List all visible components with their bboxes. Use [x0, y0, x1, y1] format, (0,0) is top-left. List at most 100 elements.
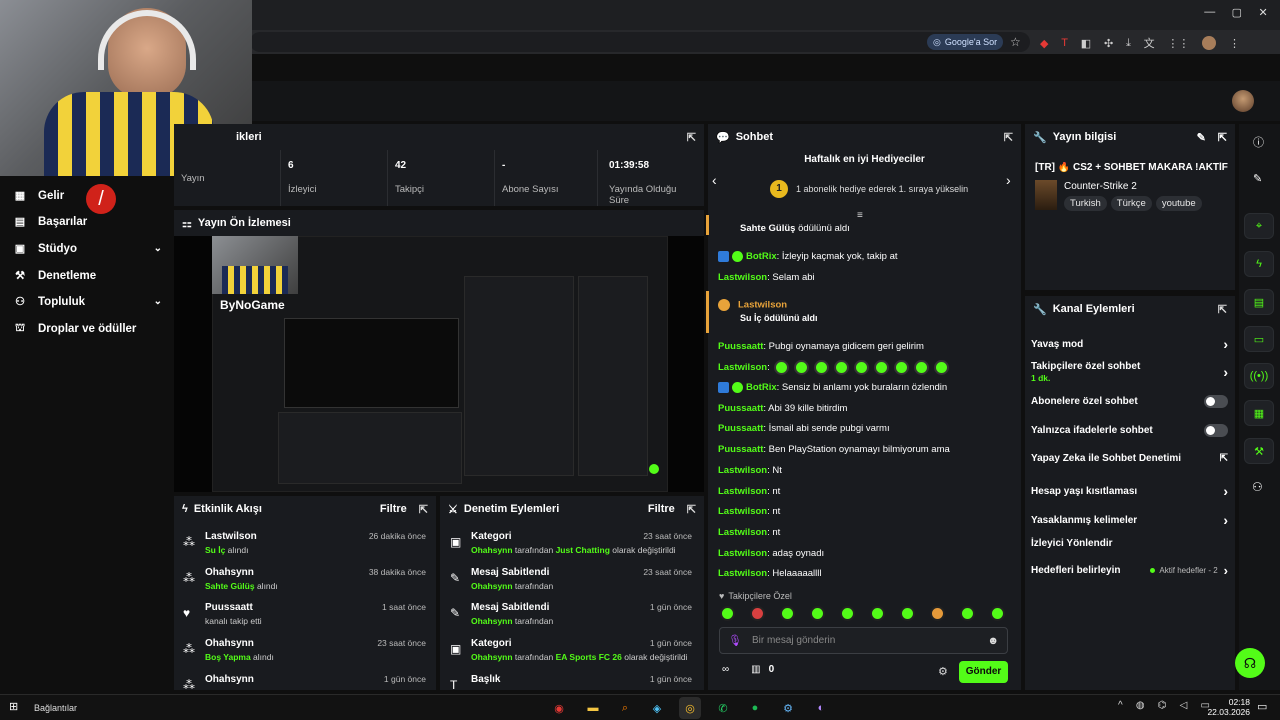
extension-off-icon[interactable]: ◧ [1081, 37, 1091, 50]
channel-action-item[interactable]: Hesap yaşı kısıtlaması › [1031, 483, 1228, 499]
extensions-puzzle-icon[interactable]: ✣ [1104, 37, 1113, 50]
emote-icon[interactable] [750, 606, 765, 621]
toggle-switch[interactable] [1204, 395, 1228, 408]
expand-handle-icon[interactable]: ≡ [857, 210, 863, 221]
taskbar-chrome-icon[interactable]: ◎ [679, 697, 701, 719]
chat-message[interactable]: Puussaatt: Ben PlayStation oynamayı bilm… [718, 444, 950, 455]
popout-icon[interactable]: ⇱ [687, 503, 696, 516]
user-avatar[interactable] [1232, 90, 1254, 112]
chevron-down-icon[interactable]: ⌄ [154, 296, 162, 307]
taskbar-spotify-icon[interactable]: ● [744, 697, 766, 719]
rail-wrench-icon[interactable]: ⚒ [1244, 438, 1274, 464]
chat-message[interactable]: Puussaatt: İsmail abi sende pubgi varmı [718, 423, 890, 434]
popout-icon[interactable]: ⇱ [687, 131, 696, 144]
address-bar[interactable] [250, 32, 1030, 52]
maximize-icon[interactable]: ▢ [1232, 6, 1242, 22]
rail-layout-icon[interactable]: ▦ [1244, 400, 1274, 426]
activity-item[interactable]: Ohahsynn Sahte Gülüş alındı 38 dakika önce [205, 567, 426, 597]
chevron-down-icon[interactable]: ⌄ [154, 243, 162, 254]
chat-message[interactable]: Lastwilson Su İç ödülünü aldı [718, 299, 818, 323]
tray-chevron-icon[interactable]: ^ [1118, 700, 1123, 711]
pencil-icon[interactable]: ✎ [1253, 172, 1262, 185]
emote-icon[interactable] [960, 606, 975, 621]
channel-action-item[interactable]: Yalnızca ifadelerle sohbet [1031, 424, 1228, 437]
taskbar-links-label[interactable]: Bağlantılar [34, 703, 77, 713]
chat-message[interactable]: Lastwilson: nt [718, 506, 780, 517]
chat-message[interactable]: Lastwilson: Selam abi [718, 272, 815, 283]
sidebar-item-moderation[interactable]: ⚒ Denetleme [12, 269, 162, 283]
emote-icon[interactable] [900, 606, 915, 621]
rail-scan-icon[interactable]: ⌖ [1244, 213, 1274, 239]
chat-message[interactable]: BotRix: İzleyip kaçmak yok, takip at [718, 251, 898, 262]
bookmark-star-icon[interactable]: ☆ [1010, 35, 1021, 49]
rail-broadcast-icon[interactable]: ((•)) [1244, 363, 1274, 389]
emoji-icon[interactable]: ☻ [987, 635, 999, 647]
apps-grid-icon[interactable]: ⋮⋮ [1167, 37, 1189, 50]
popout-icon[interactable]: ⇱ [419, 503, 428, 516]
profile-avatar-icon[interactable] [1202, 36, 1217, 50]
sidebar-item-achievements[interactable]: ▤ Başarılar [12, 215, 162, 229]
chat-message[interactable]: Lastwilson: adaş oynadı [718, 548, 824, 559]
translate-icon[interactable]: 文 [1144, 35, 1155, 51]
download-icon[interactable]: ⤓ [1126, 37, 1131, 50]
chat-input[interactable]: 🎙 Bir mesaj gönderin ☻ [719, 627, 1008, 654]
chat-message[interactable]: Puussaatt: Pubgi oynamaya gidicem geri g… [718, 341, 924, 352]
microphone-icon[interactable]: 🎙 [728, 634, 742, 647]
channel-action-item[interactable]: Yapay Zeka ile Sohbet Denetimi ⇱ [1031, 453, 1228, 464]
windows-start-icon[interactable]: ⊞ [9, 700, 18, 713]
taskbar-clock[interactable]: 02:18 22.03.2026 [1204, 697, 1250, 717]
activity-item[interactable]: Lastwilson Su İç alındı 26 dakika önce [205, 531, 426, 561]
tray-network-icon[interactable]: ⌬ [1158, 700, 1167, 711]
activity-item[interactable]: Ohahsynn Boş Yapma alındı 23 saat önce [205, 638, 426, 668]
emote-icon[interactable] [780, 606, 795, 621]
infinity-badge-icon[interactable]: ∞ [722, 664, 729, 675]
toggle-switch[interactable] [1204, 424, 1228, 437]
tray-app-icon[interactable]: ◍ [1136, 700, 1145, 711]
taskbar-app-icon[interactable]: ◐ [810, 697, 832, 719]
emote-icon[interactable] [930, 606, 945, 621]
sidebar-item-community[interactable]: ⚇ Topluluk ⌄ [12, 295, 162, 309]
sidebar-item-studio[interactable]: ▣ Stüdyo ⌄ [12, 242, 162, 256]
extension-translate-icon[interactable]: T [1061, 37, 1068, 49]
activity-item[interactable]: Puussaatt kanalı takip etti 1 saat önce [205, 602, 426, 632]
moderation-item[interactable]: Mesaj Sabitlendi Ohahsynn tarafından 23 sa… [471, 567, 692, 597]
chevron-right-icon[interactable]: › [1224, 563, 1228, 578]
channel-action-item[interactable]: İzleyici Yönlendir [1031, 538, 1228, 549]
chevron-right-icon[interactable]: › [1223, 512, 1228, 528]
chevron-right-icon[interactable]: › [1223, 364, 1228, 380]
rail-bolt-icon[interactable]: ϟ [1244, 251, 1274, 277]
channel-action-item[interactable]: Abonelere özel sohbet [1031, 395, 1228, 408]
notification-icon[interactable]: ▭ [1257, 700, 1267, 713]
popout-icon[interactable]: ⇱ [1004, 131, 1013, 144]
taskbar-folder-icon[interactable]: ▬ [582, 697, 604, 719]
info-icon[interactable]: ⓘ [1253, 134, 1264, 150]
tag-chip[interactable]: Turkish [1064, 196, 1107, 211]
google-ask-button[interactable]: ◎ Google'a Sor [927, 34, 1004, 50]
chat-message[interactable]: Lastwilson: [718, 360, 954, 375]
extension-red-icon[interactable]: ◆ [1040, 37, 1048, 50]
edit-pencil-icon[interactable]: ✎ [1197, 131, 1206, 144]
support-headset-button[interactable]: ☊ [1235, 648, 1265, 678]
chat-message[interactable]: Lastwilson: Nt [718, 465, 782, 476]
rail-chat-icon[interactable]: ▭ [1244, 326, 1274, 352]
tag-chip[interactable]: Türkçe [1110, 196, 1152, 211]
sidebar-item-income[interactable]: ▦ Gelir [12, 189, 162, 203]
channel-action-item[interactable]: Yavaş mod › [1031, 336, 1228, 352]
emote-icon[interactable] [810, 606, 825, 621]
gifters-next-button[interactable]: › [1006, 172, 1011, 188]
chat-message[interactable]: Sahte Gülüş ödülünü aldı [740, 223, 850, 234]
channel-action-item[interactable]: Yasaklanmış kelimeler › [1031, 512, 1228, 528]
taskbar-search-icon[interactable]: ⌕ [614, 697, 636, 719]
gifters-prev-button[interactable]: ‹ [712, 172, 717, 188]
sidebar-item-drops[interactable]: ⛫ Droplar ve ödüller [12, 322, 162, 336]
close-icon[interactable]: ✕ [1259, 6, 1268, 22]
rail-notes-icon[interactable]: ▤ [1244, 289, 1274, 315]
emote-icon[interactable] [840, 606, 855, 621]
taskbar-app-icon[interactable]: ◈ [646, 697, 668, 719]
moderation-item[interactable]: Kategori Ohahsynn tarafından Just Chattin… [471, 531, 692, 561]
tray-volume-icon[interactable]: ◁ [1180, 700, 1188, 711]
stream-preview-video[interactable]: ByNoGame [174, 236, 704, 492]
chat-message[interactable]: Lastwilson: Helaaaaallll [718, 568, 822, 579]
send-button[interactable]: Gönder [959, 661, 1008, 683]
emote-icon[interactable] [720, 606, 735, 621]
